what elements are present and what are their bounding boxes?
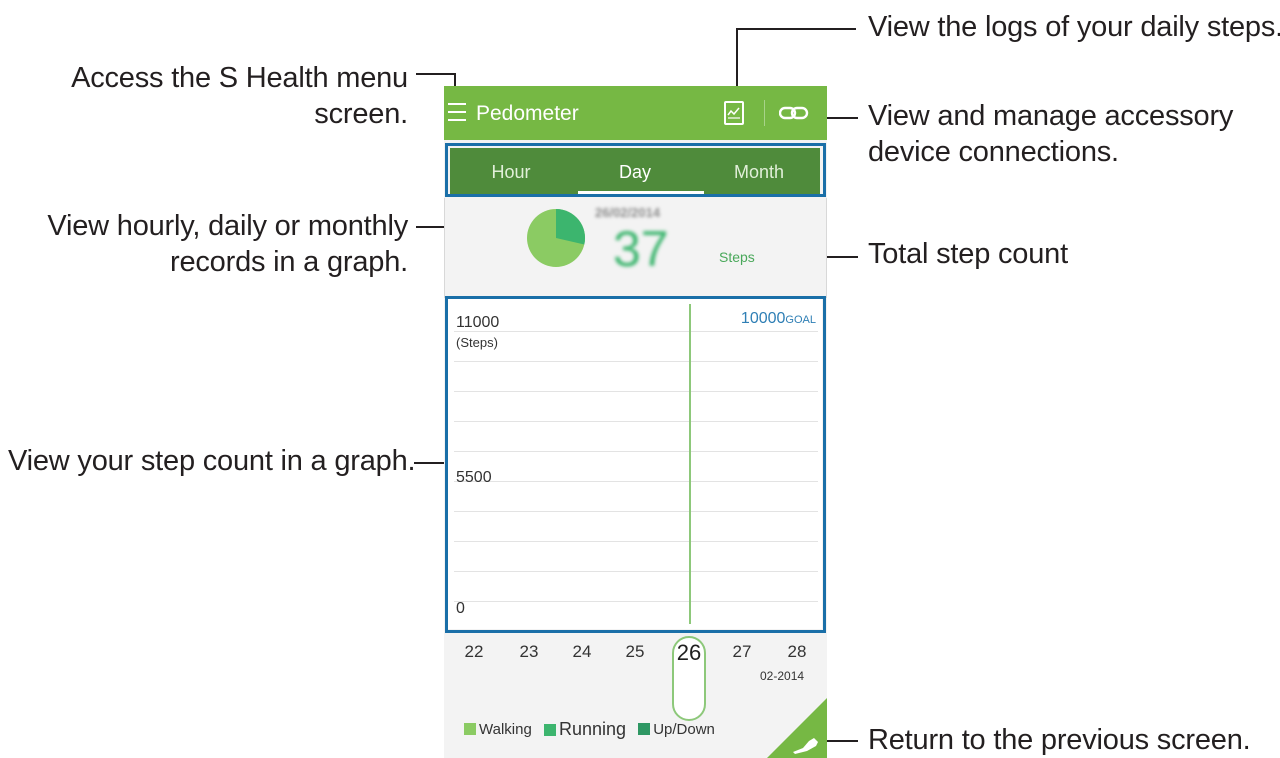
legend-running-label: Running [558, 719, 627, 739]
date-item-selected[interactable]: 26 [672, 640, 706, 666]
activity-pie-chart [527, 208, 586, 267]
title-divider [764, 100, 765, 126]
title-bar: Pedometer [444, 86, 827, 140]
graph-highlight-box [445, 296, 826, 633]
legend-updown: Up/Down [638, 721, 715, 738]
date-item[interactable]: 27 [725, 642, 759, 662]
month-year-label: 02-2014 [760, 669, 805, 683]
tabs-highlight-box [445, 143, 826, 197]
leader-graph [414, 462, 444, 464]
total-step-count: 37 [613, 221, 669, 277]
app-title: Pedometer [476, 102, 579, 125]
step-summary: 26/02/2014 37 Steps [444, 198, 827, 298]
callout-accessory-line1: View and manage accessory [868, 100, 1234, 132]
callout-records-line2: records in a graph. [170, 246, 408, 278]
date-item[interactable]: 25 [618, 642, 652, 662]
callout-back: Return to the previous screen. [868, 724, 1251, 756]
legend-updown-label: Up/Down [653, 721, 715, 738]
callout-menu-line2: screen. [314, 98, 408, 130]
leader-menu-horizontal [416, 73, 456, 75]
legend-running: Running [543, 719, 627, 740]
link-icon[interactable] [778, 104, 809, 122]
steps-unit-label: Steps [719, 249, 755, 265]
callout-logs: View the logs of your daily steps. [868, 11, 1280, 43]
summary-date: 26/02/2014 [595, 205, 661, 220]
legend-walking-label: Walking [479, 721, 532, 738]
activity-legend: Walking Running Up/Down [464, 719, 723, 749]
running-swatch [543, 724, 556, 736]
legend-walking: Walking [464, 721, 532, 738]
logs-icon[interactable] [724, 101, 744, 125]
callout-menu-line1: Access the S Health menu [71, 62, 408, 94]
callout-graph: View your step count in a graph. [8, 445, 416, 477]
menu-icon[interactable] [448, 103, 466, 123]
date-item[interactable]: 24 [565, 642, 599, 662]
walking-swatch [464, 723, 476, 735]
date-item[interactable]: 23 [512, 642, 546, 662]
callout-total: Total step count [868, 238, 1068, 270]
callout-accessory-line2: device connections. [868, 136, 1119, 168]
callout-records-line1: View hourly, daily or monthly [47, 210, 408, 242]
leader-logs-horizontal [736, 28, 856, 30]
updown-swatch [638, 723, 651, 735]
back-button[interactable] [767, 698, 827, 758]
date-item[interactable]: 22 [457, 642, 491, 662]
date-item[interactable]: 28 [780, 642, 814, 662]
